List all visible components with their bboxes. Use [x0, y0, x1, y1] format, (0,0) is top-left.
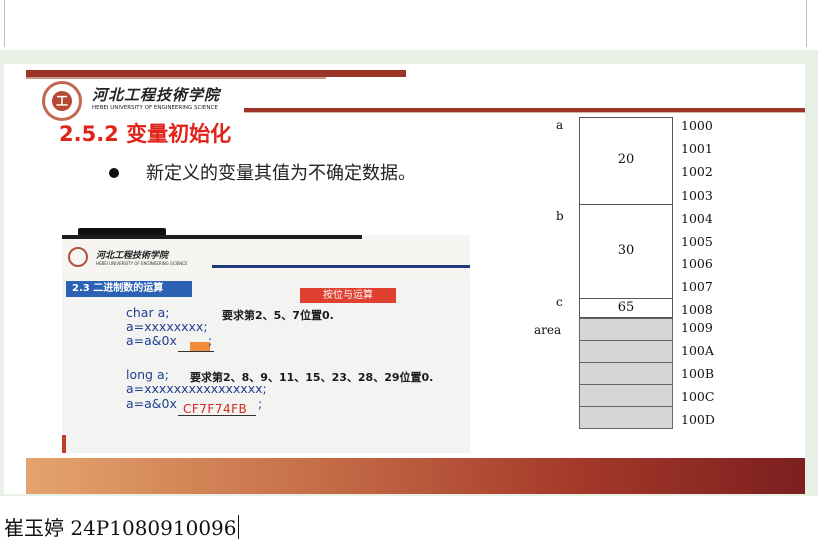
address-label: 100C	[681, 389, 715, 404]
photo-school-name-cn: 河北工程技術学院	[96, 251, 169, 261]
text-cursor	[237, 515, 239, 539]
page-margin-mark-right	[806, 0, 807, 47]
photo-header-bar	[62, 235, 362, 239]
bullet-text: 新定义的变量其值为不确定数据。	[146, 163, 416, 184]
slide-title: 2.5.2 变量初始化	[59, 122, 232, 146]
photo-slide-header: 河北工程技術学院 HEBEI UNIVERSITY OF ENGINEERING…	[62, 235, 470, 278]
memory-cell-area-1	[579, 318, 673, 341]
memory-value-b: 30	[617, 243, 635, 258]
photo-slide-body	[62, 278, 470, 453]
memory-cell-area-4	[579, 384, 673, 407]
photo-edge-accent	[62, 435, 66, 453]
slide: 工 河北工程技術学院 HEBEI UNIVERSITY OF ENGINEERI…	[4, 64, 805, 494]
code-long-expr: a=a&0x	[126, 396, 177, 411]
document-text-line[interactable]: 崔玉婷 24P1080910096	[4, 512, 239, 541]
code-long-decl: long a;	[126, 367, 169, 382]
code-char-semicolon: ;	[208, 333, 213, 348]
page-margin-mark-left	[4, 0, 5, 47]
address-label: 1009	[681, 320, 713, 335]
header-accent-bar-thin	[26, 77, 326, 79]
photo-section-label: 2.3 二进制数的运算	[66, 281, 192, 297]
var-label-b: b	[556, 209, 564, 223]
address-label: 100B	[681, 366, 715, 381]
memory-cell-area-2	[579, 340, 673, 363]
var-label-a: a	[556, 118, 564, 132]
memory-cell-b: 30	[579, 204, 673, 299]
bullet-dot-icon	[109, 168, 119, 178]
memory-value-a: 20	[617, 152, 635, 167]
address-label: 1001	[681, 141, 713, 156]
code-char-decl: char a;	[126, 305, 170, 320]
address-label: 1003	[681, 188, 713, 203]
var-label-c: c	[556, 295, 563, 309]
memory-value-c: 65	[617, 300, 635, 315]
address-label: 1006	[681, 256, 713, 271]
underline-long	[178, 415, 256, 416]
code-char-assign: a=xxxxxxxx;	[126, 319, 208, 334]
memory-cell-a: 20	[579, 117, 673, 205]
underline-char	[178, 351, 214, 352]
address-label: 1004	[681, 211, 713, 226]
hex-value: CF7F74FB	[183, 402, 248, 416]
memory-cell-c: 65	[579, 298, 673, 318]
school-logo-icon: 工	[42, 81, 82, 121]
header-accent-bar	[26, 70, 406, 77]
header-rule-thin	[244, 112, 805, 113]
var-label-area: area	[534, 323, 562, 337]
school-name-cn: 河北工程技術学院	[92, 86, 221, 104]
address-label: 1008	[681, 302, 713, 317]
address-label: 1007	[681, 279, 713, 294]
address-label: 1000	[681, 118, 713, 133]
photo-school-logo-icon	[68, 247, 88, 267]
embedded-photo[interactable]: 河北工程技術学院 HEBEI UNIVERSITY OF ENGINEERING…	[62, 235, 470, 453]
code-char-expr: a=a&0x	[126, 333, 177, 348]
school-name-en: HEBEI UNIVERSITY OF ENGINEERING SCIENCE	[92, 105, 218, 111]
memory-cell-area-5	[579, 406, 673, 429]
photo-header-rule	[212, 265, 470, 268]
address-label: 1005	[681, 234, 713, 249]
photo-badge: 按位与运算	[300, 288, 396, 303]
memory-cell-area-3	[579, 362, 673, 385]
slide-footer-band	[26, 458, 805, 494]
code-char-task: 要求第2、5、7位置0.	[222, 309, 334, 322]
address-label: 100A	[681, 343, 714, 358]
typed-name-text: 崔玉婷 24P1080910096	[4, 516, 237, 540]
photo-school-name-en: HEBEI UNIVERSITY OF ENGINEERING SCIENCE	[96, 261, 188, 266]
address-label: 100D	[681, 412, 715, 427]
code-long-assign: a=xxxxxxxxxxxxxxxx;	[126, 381, 267, 396]
embedded-slide-frame[interactable]: 工 河北工程技術学院 HEBEI UNIVERSITY OF ENGINEERI…	[0, 50, 818, 496]
code-long-semicolon: ;	[258, 396, 263, 411]
address-label: 1002	[681, 164, 713, 179]
